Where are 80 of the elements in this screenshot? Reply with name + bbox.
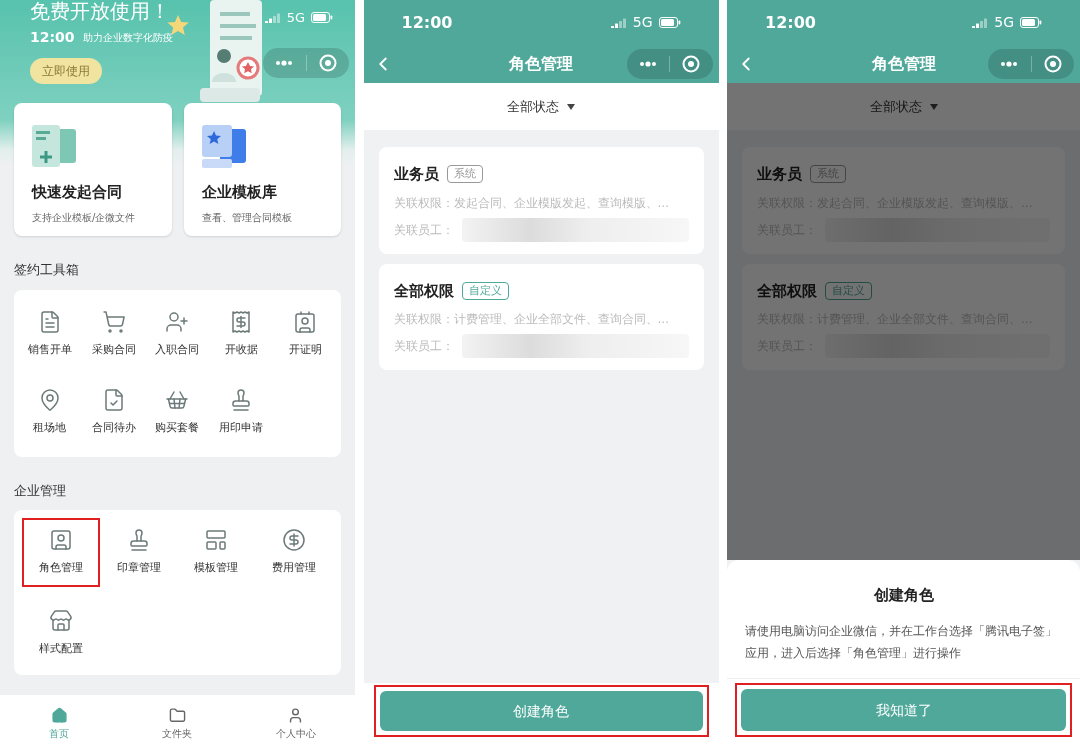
dialog-message: 请使用电脑访问企业微信，并在工作台选择「腾讯电子签」应用，进入后选择「角色管理」进行操作 [745,623,1058,662]
permissions-text: 发起合同、企业模版发起、查询模版、... [453,194,669,212]
tab-item[interactable]: 文件夹 [118,695,237,753]
tool-item[interactable]: 样式配置 [24,604,98,661]
field-label: 关联员工： [393,338,454,355]
use-now-button[interactable]: 立即使用 [30,58,102,84]
battery-icon [311,12,333,24]
feature-card[interactable]: 企业模板库 查看、管理合同模板 [183,103,341,236]
network-label: 5G [286,9,305,27]
target-icon [1043,55,1062,73]
tool-item[interactable]: 合同待办 [83,384,144,441]
role-tag: 自定义 [461,281,509,300]
role-name: 业务员 [757,164,802,185]
feature-subtitle: 支持企业模板/企微文件 [32,210,136,225]
section-title: 企业管理 [13,481,67,500]
basket-icon [165,388,190,412]
role-name: 全部权限 [757,280,817,302]
field-label: 关联权限： [393,311,454,328]
feature-title: 企业模板库 [201,182,277,203]
home-icon [50,707,68,724]
role-name: 业务员 [393,164,439,185]
page-title: 角色管理 [509,53,573,75]
signal-icon [972,17,989,28]
status-time: 12:00 [30,28,75,47]
signal-icon [610,17,627,28]
add-document-icon [32,123,78,169]
id-card-icon [293,309,318,334]
signal-icon [264,12,281,23]
status-filter[interactable]: 全部状态 [507,96,575,117]
cart-icon [101,309,126,334]
tool-item[interactable]: 购买套餐 [147,384,208,441]
tool-item[interactable]: 模板管理 [179,524,254,581]
coin-icon [282,528,307,552]
field-label: 关联员工： [393,221,454,239]
tool-item[interactable]: 用印申请 [211,384,272,441]
template-icon [204,528,229,552]
caret-icon [567,103,575,110]
user-card-icon [48,528,73,552]
tool-item[interactable]: 租场地 [20,384,80,441]
battery-icon [658,17,681,28]
tool-item[interactable]: 开证明 [275,305,335,362]
folder-icon [169,707,186,724]
tool-item[interactable]: 采购合同 [83,305,144,362]
role-card[interactable]: 业务员 系统 关联权限：发起合同、企业模版发起、查询模版、... 关联员工： [378,147,704,254]
target-icon [318,54,337,72]
tool-item[interactable]: 角色管理 [24,524,98,581]
status-time: 12:00 [765,11,816,34]
tool-item[interactable]: 印章管理 [101,524,176,581]
more-icon [1000,61,1019,67]
network-label: 5G [994,13,1014,32]
feature-title: 快速发起合同 [32,182,122,203]
feature-card[interactable]: 快速发起合同 支持企业模板/企微文件 [14,103,172,236]
banner-title: 免费开放使用！ [30,0,170,22]
status-filter[interactable]: 全部状态 [869,96,938,117]
target-icon [682,55,701,73]
store-icon [48,608,73,633]
more-icon [275,60,294,66]
section-title: 签约工具箱 [13,261,80,279]
star-document-icon [201,123,248,169]
role-name: 全部权限 [393,280,454,302]
role-tag: 系统 [446,165,483,184]
tool-item[interactable]: 开收据 [211,305,272,362]
role-tag: 自定义 [825,281,872,300]
tab-item[interactable]: 个人中心 [236,695,355,753]
tool-item[interactable]: 费用管理 [257,524,331,581]
role-card[interactable]: 全部权限 自定义 关联权限：计费管理、企业全部文件、查询合同、... 关联员工： [378,263,704,370]
status-time: 12:00 [401,11,453,34]
page-title: 角色管理 [871,53,936,75]
network-label: 5G [632,13,653,32]
banner-subtitle: 助力企业数字化防疫 [82,31,173,45]
permissions-text: 计费管理、企业全部文件、查询合同、... [453,311,669,328]
caret-icon [929,103,938,110]
more-icon [638,61,657,67]
field-label: 关联权限： [393,194,454,212]
user-plus-icon [165,309,190,334]
feature-subtitle: 查看、管理合同模板 [201,210,292,225]
tool-item[interactable]: 入职合同 [147,305,208,362]
battery-icon [1020,17,1042,28]
dialog-title: 创建角色 [873,584,934,606]
tool-item[interactable]: 销售开单 [20,305,80,362]
